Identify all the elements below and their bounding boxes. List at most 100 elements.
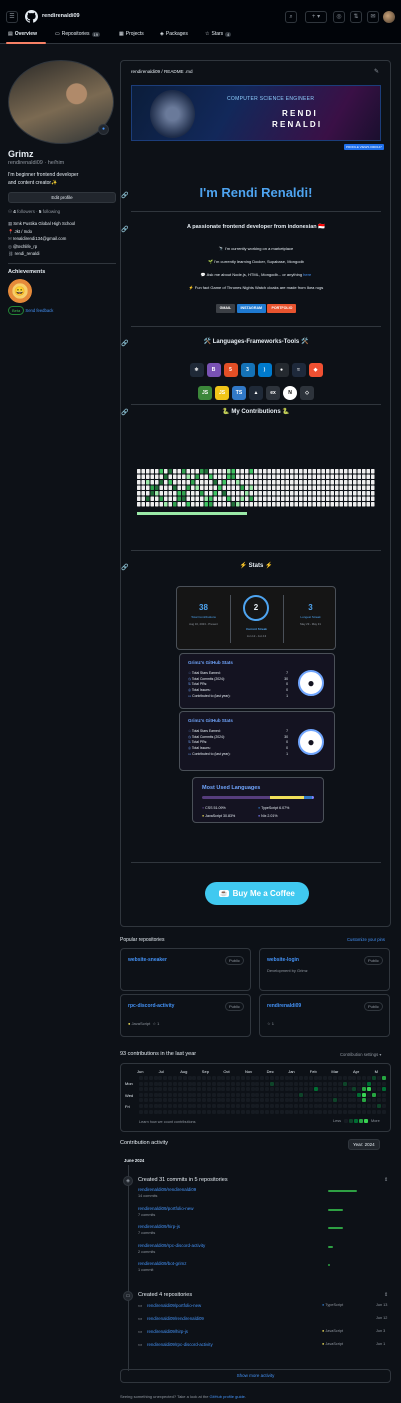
contribution-day[interactable] (255, 1109, 260, 1114)
contribution-day[interactable] (206, 1109, 211, 1114)
contribution-day[interactable] (265, 1092, 270, 1097)
contribution-day[interactable] (265, 1081, 270, 1086)
contribution-day[interactable] (289, 1098, 294, 1103)
contribution-day[interactable] (347, 1092, 352, 1097)
contribution-day[interactable] (308, 1109, 313, 1114)
send-feedback-link[interactable]: Send feedback (25, 308, 53, 313)
contribution-day[interactable] (153, 1087, 158, 1092)
contribution-day[interactable] (269, 1109, 274, 1114)
contribution-day[interactable] (318, 1098, 323, 1103)
contribution-day[interactable] (342, 1076, 347, 1080)
contribution-day[interactable] (172, 1081, 177, 1086)
contribution-day[interactable] (299, 1076, 304, 1080)
contribution-day[interactable] (352, 1087, 357, 1092)
contribution-day[interactable] (366, 1087, 371, 1092)
contribution-day[interactable] (294, 1081, 299, 1086)
contribution-day[interactable] (323, 1092, 328, 1097)
contribution-day[interactable] (303, 1087, 308, 1092)
contribution-day[interactable] (187, 1076, 192, 1080)
contrib-anchor-icon[interactable]: 🔗 (121, 409, 128, 416)
contribution-day[interactable] (371, 1104, 376, 1108)
contribution-day[interactable] (371, 1092, 376, 1097)
contribution-day[interactable] (172, 1109, 177, 1114)
contribution-day[interactable] (265, 1087, 270, 1092)
pull-requests-icon[interactable]: ⇅ (350, 11, 362, 23)
contribution-day[interactable] (265, 1109, 270, 1114)
repo-name-link[interactable]: website-sneaker (128, 957, 167, 963)
contribution-day[interactable] (168, 1109, 173, 1114)
contribution-day[interactable] (260, 1092, 265, 1097)
contribution-day[interactable] (231, 1087, 236, 1092)
achievement-badge[interactable]: 😀 (8, 278, 32, 303)
contribution-day[interactable] (172, 1092, 177, 1097)
commit-count-link[interactable]: 7 commits (138, 1231, 155, 1235)
contribution-day[interactable] (381, 1081, 386, 1086)
contribution-day[interactable] (197, 1092, 202, 1097)
contribution-day[interactable] (139, 1104, 143, 1108)
contribution-day[interactable] (357, 1109, 362, 1114)
contribution-day[interactable] (303, 1081, 308, 1086)
contribution-day[interactable] (177, 1104, 182, 1108)
menu-icon[interactable]: ☰ (6, 11, 18, 23)
contribution-day[interactable] (279, 1081, 284, 1086)
contribution-day[interactable] (313, 1104, 318, 1108)
contribution-day[interactable] (163, 1109, 168, 1114)
contribution-day[interactable] (284, 1076, 289, 1080)
contribution-day[interactable] (236, 1098, 240, 1103)
contribution-day[interactable] (250, 1092, 255, 1097)
contribution-day[interactable] (211, 1087, 216, 1092)
contribution-day[interactable] (376, 1109, 381, 1114)
profile-website[interactable]: ⛓ rendi_renaldi (8, 250, 116, 258)
contribution-day[interactable] (318, 1076, 323, 1080)
contribution-day[interactable] (376, 1076, 381, 1080)
contribution-day[interactable] (221, 1076, 226, 1080)
tab-repositories[interactable]: ▭ Repositories 19 (55, 31, 100, 37)
contribution-day[interactable] (226, 1092, 231, 1097)
contribution-day[interactable] (192, 1076, 197, 1080)
contribution-day[interactable] (342, 1092, 347, 1097)
contribution-day[interactable] (216, 1081, 221, 1086)
contribution-day[interactable] (313, 1076, 318, 1080)
contribution-day[interactable] (245, 1092, 250, 1097)
contribution-day[interactable] (357, 1092, 362, 1097)
contribution-day[interactable] (153, 1104, 158, 1108)
github-logo-icon[interactable] (25, 10, 38, 23)
contribution-day[interactable] (245, 1076, 250, 1080)
contribution-day[interactable] (337, 1104, 342, 1108)
contribution-day[interactable] (362, 1076, 367, 1080)
contribution-day[interactable] (299, 1081, 304, 1086)
contribution-day[interactable] (172, 1104, 177, 1108)
contribution-day[interactable] (197, 1098, 202, 1103)
edit-pencil-icon[interactable]: ✎ (374, 68, 379, 75)
contribution-day[interactable] (366, 1104, 371, 1108)
profile-email[interactable]: ✉ renaldirendi134@gmail.com (8, 235, 116, 243)
portfolio-badge[interactable]: PORTFOLIO (267, 304, 297, 313)
contribution-day[interactable] (333, 1076, 337, 1080)
contribution-day[interactable] (245, 1104, 250, 1108)
contribution-day[interactable] (158, 1076, 163, 1080)
contribution-day[interactable] (371, 1076, 376, 1080)
contribution-day[interactable] (323, 1098, 328, 1103)
contribution-day[interactable] (260, 1104, 265, 1108)
contribution-day[interactable] (158, 1098, 163, 1103)
contribution-day[interactable] (250, 1081, 255, 1086)
contribution-day[interactable] (294, 1092, 299, 1097)
profile-avatar[interactable]: ● (8, 60, 114, 144)
contribution-day[interactable] (148, 1087, 153, 1092)
contribution-day[interactable] (265, 1076, 270, 1080)
contribution-day[interactable] (362, 1081, 367, 1086)
contribution-day[interactable] (226, 1098, 231, 1103)
contribution-day[interactable] (143, 1109, 148, 1114)
contribution-day[interactable] (168, 1081, 173, 1086)
contribution-day[interactable] (337, 1092, 342, 1097)
contribution-day[interactable] (139, 1076, 143, 1080)
contribution-day[interactable] (143, 1092, 148, 1097)
contribution-day[interactable] (221, 1109, 226, 1114)
contribution-day[interactable] (177, 1087, 182, 1092)
contribution-day[interactable] (153, 1076, 158, 1080)
commit-count-link[interactable]: 1 commit (138, 1268, 153, 1272)
contribution-day[interactable] (357, 1076, 362, 1080)
contribution-day[interactable] (148, 1109, 153, 1114)
contribution-day[interactable] (216, 1098, 221, 1103)
contribution-day[interactable] (376, 1092, 381, 1097)
